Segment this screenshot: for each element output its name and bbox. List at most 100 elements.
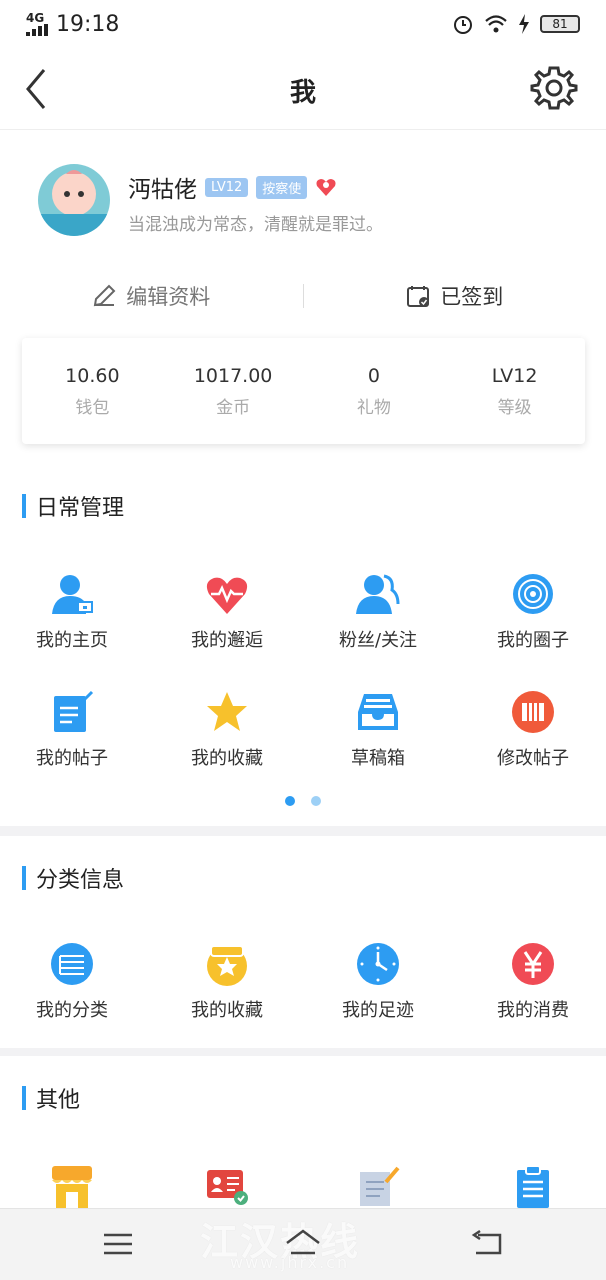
home-icon[interactable] — [285, 1229, 321, 1259]
calendar-check-icon — [407, 286, 430, 307]
grid-item-my-consumption[interactable]: 我的消费 — [458, 942, 606, 1022]
other-section: 其他 — [0, 1056, 606, 1208]
status-left: 4G 19:18 — [26, 12, 119, 37]
signal-icon — [26, 23, 48, 36]
edit-profile-button[interactable]: 编辑资料 — [0, 281, 303, 311]
classified-section-title: 分类信息 — [22, 862, 124, 894]
page-dot[interactable] — [311, 796, 321, 806]
settings-gear-icon[interactable] — [530, 64, 578, 112]
grid-label: 我的收藏 — [191, 1000, 263, 1021]
username: 沔牯佬 — [128, 177, 197, 203]
classified-section: 分类信息 我的分类 我的收藏 我的足迹 我的消费 — [0, 836, 606, 1048]
grid-item-modify-post[interactable]: 修改帖子 — [458, 690, 606, 770]
other-title-text: 其他 — [36, 1088, 81, 1113]
stats-card: 10.60 钱包 1017.00 金币 0 礼物 LV12 等级 — [22, 338, 585, 444]
grid-label: 我的分类 — [36, 1000, 108, 1021]
post-edit-icon — [54, 690, 94, 732]
classified-title-text: 分类信息 — [36, 868, 125, 893]
clock-icon — [357, 943, 399, 985]
charging-icon — [519, 14, 529, 34]
stat-value: 1017.00 — [193, 364, 273, 387]
page-indicator — [0, 796, 606, 806]
other-section-title: 其他 — [22, 1082, 80, 1114]
stat-label: 钱包 — [75, 397, 110, 418]
grid-label: 我的帖子 — [36, 748, 108, 769]
network-label: 4G — [26, 10, 45, 25]
grid-item-drafts[interactable]: 草稿箱 — [303, 690, 453, 770]
title-badge: 按察使 — [256, 175, 308, 199]
heart-pulse-icon — [206, 577, 248, 614]
grid-item-notepad[interactable] — [303, 1164, 453, 1208]
grid-label: 修改帖子 — [497, 748, 569, 769]
inbox-tray-icon — [358, 694, 398, 730]
clipboard-icon — [517, 1165, 549, 1208]
system-nav-bar: 江汉热线 www.jhrx.cn — [0, 1208, 606, 1280]
grid-label: 我的消费 — [497, 1000, 569, 1021]
avatar-mascot-icon — [38, 170, 110, 236]
stat-label: 等级 — [497, 397, 532, 418]
fans-icon — [356, 574, 400, 614]
grid-item-my-category[interactable]: 我的分类 — [0, 942, 147, 1022]
back-nav-icon[interactable] — [470, 1229, 506, 1259]
avatar[interactable] — [38, 164, 110, 236]
grid-item-my-favorites[interactable]: 我的收藏 — [152, 690, 302, 770]
status-bar: 4G 19:18 81 — [0, 0, 606, 48]
grid-label: 草稿箱 — [351, 748, 405, 769]
grid-item-my-collection[interactable]: 我的收藏 — [152, 942, 302, 1022]
network-indicator: 4G — [26, 10, 48, 36]
signature: 当混浊成为常态，清醒就是罪过。 — [128, 215, 383, 235]
edit-profile-label: 编辑资料 — [126, 285, 211, 309]
battery-indicator: 81 — [540, 15, 580, 33]
daily-title-text: 日常管理 — [36, 496, 125, 521]
modify-post-icon — [512, 691, 554, 733]
grid-item-my-encounter[interactable]: 我的邂逅 — [152, 572, 302, 652]
stat-wallet[interactable]: 10.60 钱包 — [22, 338, 163, 444]
user-home-icon — [52, 575, 93, 614]
heart-location-icon — [316, 179, 336, 196]
section-accent-bar — [22, 866, 26, 890]
alarm-icon — [454, 16, 472, 34]
grid-item-my-posts[interactable]: 我的帖子 — [0, 690, 147, 770]
daily-section-title: 日常管理 — [22, 490, 124, 522]
grid-item-my-circle[interactable]: 我的圈子 — [458, 572, 606, 652]
stat-value: 0 — [367, 364, 380, 387]
grid-item-id-card[interactable] — [152, 1164, 302, 1208]
checkin-label: 已签到 — [440, 285, 504, 309]
star-icon — [207, 692, 247, 731]
stat-gifts[interactable]: 0 礼物 — [304, 338, 445, 444]
grid-label: 我的收藏 — [191, 748, 263, 769]
stat-level[interactable]: LV12 等级 — [444, 338, 585, 444]
grid-label: 我的主页 — [36, 630, 108, 651]
id-card-icon — [207, 1170, 248, 1205]
menu-icon[interactable] — [100, 1229, 136, 1259]
grid-item-my-homepage[interactable]: 我的主页 — [0, 572, 147, 652]
profile-actions: 编辑资料 已签到 — [0, 276, 606, 316]
grid-label: 我的邂逅 — [191, 630, 263, 651]
yuan-icon — [512, 943, 554, 985]
page-title: 我 — [289, 78, 316, 108]
grid-label: 粉丝/关注 — [338, 630, 418, 651]
section-accent-bar — [22, 494, 26, 518]
page-dot-active[interactable] — [285, 796, 295, 806]
grid-item-shop[interactable] — [0, 1164, 147, 1208]
status-right: 81 — [452, 13, 580, 35]
name-row: 沔牯佬 LV12 按察使 — [128, 170, 337, 204]
grid-item-my-footprint[interactable]: 我的足迹 — [303, 942, 453, 1022]
stat-coins[interactable]: 1017.00 金币 — [163, 338, 304, 444]
circle-target-icon — [513, 574, 553, 614]
pencil-icon — [94, 284, 116, 307]
list-icon — [51, 943, 93, 985]
status-time: 19:18 — [56, 11, 120, 37]
level-badge: LV12 — [205, 177, 249, 197]
stat-value: 10.60 — [65, 364, 120, 387]
grid-item-clipboard[interactable] — [458, 1164, 606, 1208]
checkin-button[interactable]: 已签到 — [304, 281, 606, 311]
stat-label: 金币 — [216, 397, 251, 418]
notepad-icon — [360, 1166, 400, 1206]
grid-item-fans-follow[interactable]: 粉丝/关注 — [303, 572, 453, 652]
section-accent-bar — [22, 1086, 26, 1110]
shop-icon — [52, 1166, 92, 1208]
grid-label: 我的圈子 — [497, 630, 569, 651]
grid-label: 我的足迹 — [342, 1000, 414, 1021]
star-folder-icon — [207, 945, 247, 986]
